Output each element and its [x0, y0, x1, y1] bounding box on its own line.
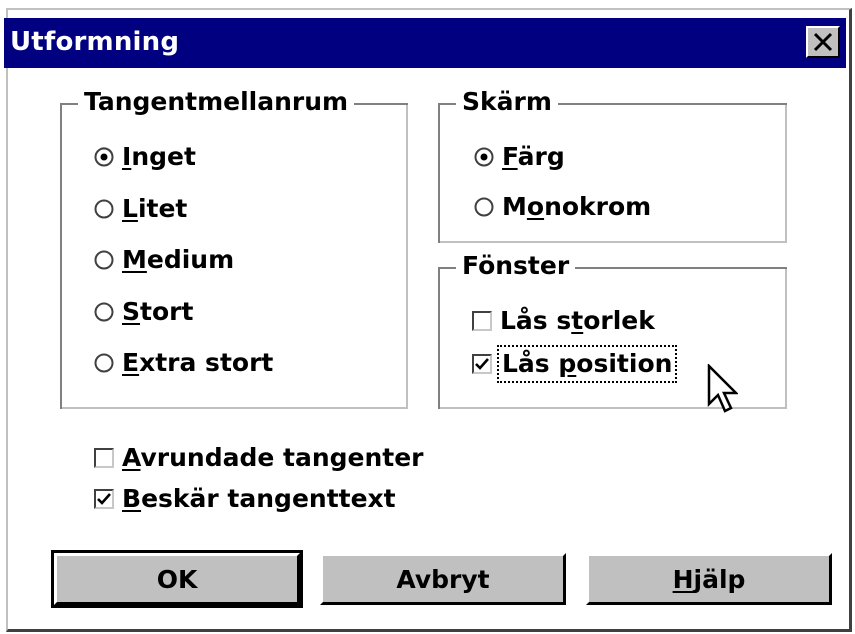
ok-button-label: OK — [156, 564, 198, 594]
key-spacing-legend: Tangentmellanrum — [78, 87, 355, 117]
radio-litet[interactable]: Litet — [94, 193, 187, 225]
checkbox-las-position[interactable]: Lås position — [472, 345, 678, 383]
checkbox-avrundade-tangenter[interactable]: Avrundade tangenter — [94, 442, 424, 474]
radio-litet-label: Litet — [122, 194, 188, 223]
checkbox-las-storlek[interactable]: Lås storlek — [472, 305, 655, 337]
radio-empty-icon — [94, 353, 114, 373]
radio-medium[interactable]: Medium — [94, 244, 234, 276]
help-button[interactable]: Hjälp — [586, 553, 832, 605]
radio-stort[interactable]: Stort — [94, 296, 193, 328]
radio-monokrom[interactable]: Monokrom — [474, 191, 651, 223]
radio-farg-label: Färg — [502, 142, 565, 171]
window-title: Utformning — [10, 27, 180, 57]
help-button-label: Hjälp — [672, 564, 746, 594]
checkbox-las-position-label: Lås position — [496, 345, 678, 383]
radio-empty-icon — [94, 199, 114, 219]
checkbox-las-storlek-label: Lås storlek — [500, 306, 655, 335]
screen-legend: Skärm — [456, 87, 558, 117]
checkbox-checked-icon — [94, 489, 114, 509]
radio-inget[interactable]: Inget — [94, 141, 196, 173]
cancel-button-label: Avbryt — [396, 564, 490, 594]
radio-selected-icon — [94, 147, 114, 167]
radio-extra-stort[interactable]: Extra stort — [94, 347, 273, 379]
checkbox-avrundade-label: Avrundade tangenter — [122, 443, 424, 472]
mouse-cursor-icon — [707, 364, 738, 413]
checkbox-checked-icon — [472, 354, 492, 374]
radio-empty-icon — [94, 250, 114, 270]
checkbox-beskar-tangenttext[interactable]: Beskär tangenttext — [94, 483, 396, 515]
cancel-button[interactable]: Avbryt — [320, 553, 566, 605]
radio-selected-icon — [474, 147, 494, 167]
title-bar[interactable]: Utformning — [4, 18, 846, 68]
radio-empty-icon — [94, 302, 114, 322]
window-legend: Fönster — [456, 251, 576, 281]
checkbox-unchecked-icon — [94, 448, 114, 468]
close-icon — [813, 32, 833, 52]
checkbox-beskar-label: Beskär tangenttext — [122, 484, 396, 513]
radio-monokrom-label: Monokrom — [502, 192, 652, 221]
radio-empty-icon — [474, 197, 494, 217]
checkbox-unchecked-icon — [472, 311, 492, 331]
ok-button[interactable]: OK — [51, 550, 303, 608]
radio-extra-stort-label: Extra stort — [122, 348, 274, 377]
radio-farg[interactable]: Färg — [474, 141, 565, 173]
close-button[interactable] — [806, 26, 840, 58]
radio-stort-label: Stort — [122, 297, 194, 326]
radio-inget-label: Inget — [122, 142, 196, 171]
radio-medium-label: Medium — [122, 245, 235, 274]
